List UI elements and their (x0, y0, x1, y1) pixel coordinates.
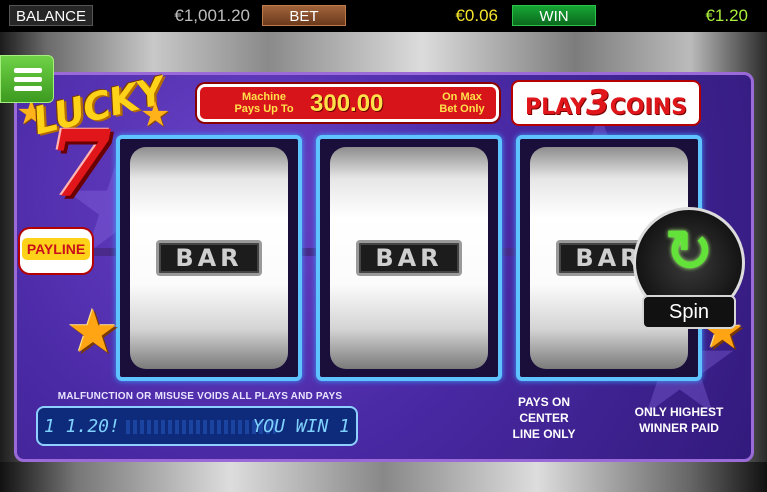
win-label: WIN (512, 5, 596, 26)
refresh-arrow-icon: ↻ (664, 219, 714, 284)
bet-value: €0.06 (455, 6, 498, 25)
play-coins-number: 3 (586, 83, 610, 123)
pays-banner-right-text: On Max Bet Only (439, 91, 485, 115)
max-pays-banner: Machine Pays Up To 300.00 On Max Bet Onl… (197, 84, 499, 122)
star-icon: ★ (140, 96, 171, 134)
star-icon: ★ (66, 298, 120, 365)
highest-winner-notice: ONLY HIGHEST WINNER PAID (634, 405, 724, 435)
balance-value: €1,001.20 (174, 6, 250, 25)
bet-button[interactable]: BET (262, 5, 346, 26)
play-coins-play: PLAY (525, 95, 587, 120)
bar-symbol: BAR (356, 240, 462, 276)
led-message-display: 1 1.20! YOU WIN 1 (36, 406, 358, 446)
bar-symbol: BAR (156, 240, 262, 276)
pays-banner-amount: 300.00 (310, 90, 384, 117)
reel-drum: BAR (330, 147, 488, 369)
led-message: YOU WIN 1 (252, 416, 350, 437)
pays-banner-left-text: Machine Pays Up To (234, 91, 294, 115)
play-coins-badge: PLAY3COINS (513, 82, 699, 124)
payline-label: PAYLINE (21, 238, 91, 260)
spin-label[interactable]: Spin (642, 295, 736, 329)
play-coins-coins: COINS (609, 95, 687, 120)
status-bar: BALANCE €1,001.20 BET €0.06 WIN €1.20 (0, 0, 767, 32)
pays-center-line-notice: PAYS ON CENTER LINE ONLY (512, 395, 576, 441)
logo-seven: 7 (48, 110, 113, 218)
led-amount: 1 1.20! (44, 416, 120, 437)
malfunction-notice: MALFUNCTION OR MISUSE VOIDS ALL PLAYS AN… (57, 391, 343, 402)
reel-2: BAR (316, 135, 502, 381)
cabinet-base (0, 462, 767, 492)
balance-label: BALANCE (9, 5, 93, 26)
hamburger-menu-icon[interactable] (0, 55, 54, 103)
payline-badge: PAYLINE (20, 229, 92, 273)
win-value: €1.20 (705, 6, 748, 25)
